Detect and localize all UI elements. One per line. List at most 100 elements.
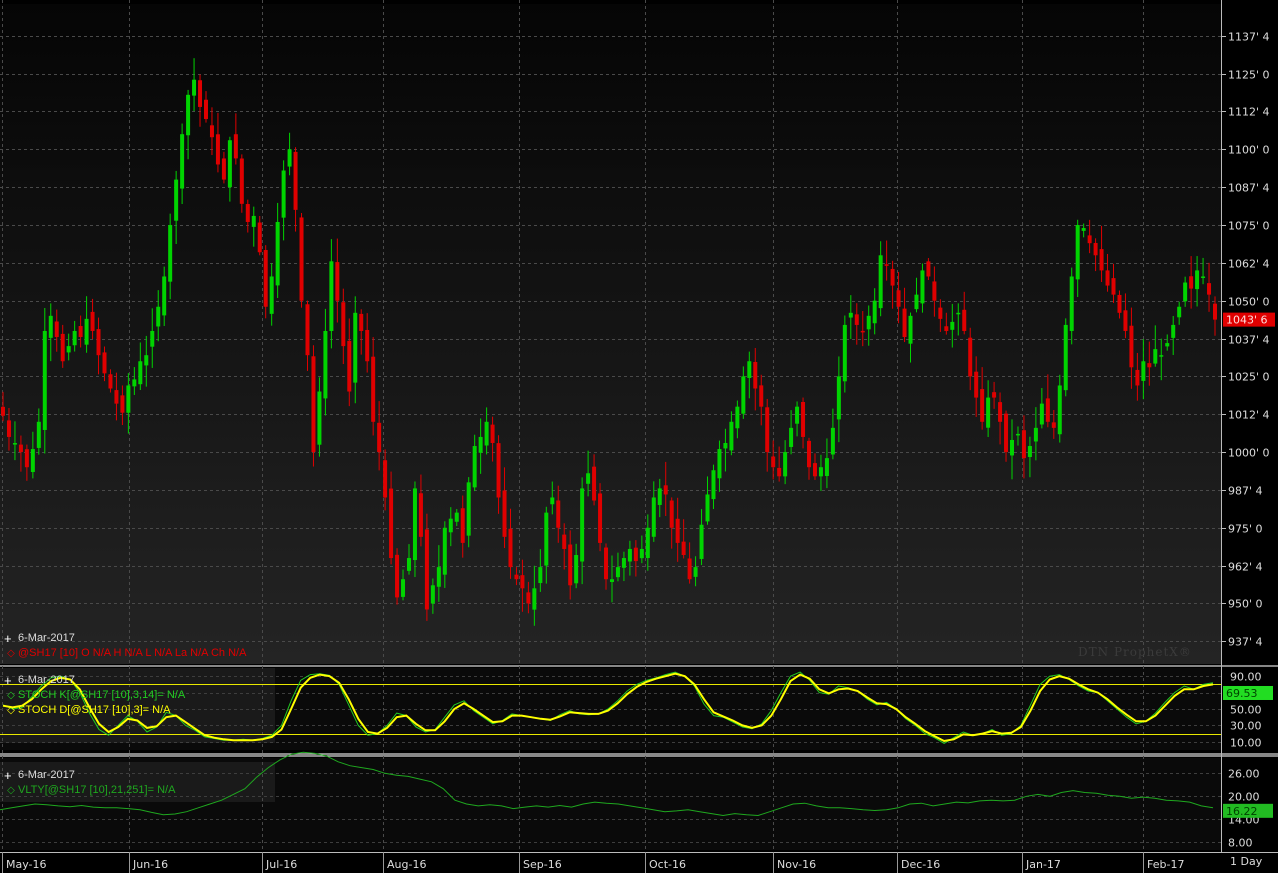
candle-body: [1147, 363, 1152, 368]
candle-body: [1057, 385, 1062, 435]
candle-body: [78, 326, 83, 338]
stoch-last-label: 69.53: [1226, 687, 1258, 700]
candle-body: [329, 261, 334, 331]
vlty-y-tick-label: 26.00: [1228, 768, 1260, 781]
candle-body: [1051, 422, 1056, 428]
candle-body: [1004, 413, 1009, 453]
candle-body: [66, 346, 71, 353]
candle-body: [1, 406, 5, 416]
candle-body: [699, 524, 704, 559]
x-tick-label: Nov-16: [777, 858, 816, 871]
candle-body: [604, 547, 609, 580]
vlty-label[interactable]: VLTY[@SH17 [10],21,251]= N/A: [18, 783, 175, 798]
candle-body: [890, 268, 895, 286]
diamond-icon: ◇: [7, 690, 15, 701]
candle-body: [508, 528, 513, 568]
candle-body: [1165, 343, 1170, 347]
candle-body: [1141, 361, 1146, 381]
candle-body: [872, 300, 877, 324]
candle-body: [347, 340, 352, 392]
stoch-d-label[interactable]: STOCH D[@SH17 [10],3]= N/A: [18, 703, 171, 718]
stoch-k-label[interactable]: STOCH K[@SH17 [10],3,14]= N/A: [18, 688, 185, 703]
candle-body: [496, 443, 501, 498]
candle-body: [1177, 306, 1182, 318]
last-price-label: 1043' 6: [1226, 314, 1268, 327]
candle-body: [460, 508, 465, 543]
candle-body: [1171, 324, 1176, 338]
candle-body: [789, 427, 794, 447]
candle-body: [1087, 235, 1092, 244]
candle-body: [353, 312, 358, 383]
candle-body: [198, 80, 203, 107]
candle-body: [18, 444, 23, 453]
candle-body: [365, 329, 370, 362]
candle-body: [120, 395, 125, 413]
candle-body: [818, 467, 823, 477]
candle-body: [430, 585, 435, 604]
candle-body: [1153, 349, 1158, 364]
candle-body: [574, 555, 579, 584]
vlty-legend-date: 6-Mar-2017: [18, 769, 75, 781]
y-tick-label: 1100' 0: [1228, 144, 1270, 157]
candle-body: [138, 361, 143, 385]
y-tick-label: 1087' 4: [1228, 182, 1270, 195]
candle-body: [90, 311, 95, 331]
stoch-y-tick-label: 50.00: [1230, 704, 1262, 717]
stoch-y-tick-label: 10.00: [1230, 737, 1262, 750]
price-panel-bg: [0, 4, 1221, 664]
candle-body: [908, 315, 913, 344]
y-tick-label: 1137' 4: [1228, 31, 1270, 44]
candle-body: [812, 463, 817, 477]
candle-body: [1069, 276, 1074, 331]
candle-body: [60, 333, 65, 362]
candle-body: [884, 264, 889, 266]
candle-body: [687, 558, 692, 580]
y-tick-label: 1000' 0: [1228, 447, 1270, 460]
candle-body: [1159, 355, 1164, 357]
candle-body: [902, 308, 907, 338]
candle-body: [454, 512, 459, 522]
candle-body: [783, 452, 788, 477]
watermark: DTN ProphetX®: [1078, 645, 1192, 659]
y-tick-label: 1125' 0: [1228, 69, 1270, 82]
candle-body: [1213, 303, 1217, 320]
candle-body: [962, 309, 967, 331]
candle-body: [436, 567, 441, 587]
y-tick-label: 975' 0: [1228, 523, 1263, 536]
candle-body: [896, 290, 901, 307]
candle-body: [263, 250, 268, 307]
candle-body: [1129, 325, 1134, 368]
candle-body: [633, 547, 638, 562]
candle-body: [609, 579, 614, 583]
vlty-legend: +6-Mar-2017 ◇ VLTY[@SH17 [10],21,251]= N/…: [4, 768, 175, 798]
candle-body: [795, 406, 800, 424]
candle-body: [1183, 282, 1188, 302]
candle-body: [723, 442, 728, 449]
candle-body: [412, 488, 417, 561]
candle-body: [472, 446, 477, 488]
candle-body: [836, 376, 841, 420]
candle-body: [502, 490, 507, 537]
candle-body: [1021, 430, 1026, 459]
x-tick-label: Jan-17: [1025, 858, 1061, 871]
price-legend-study[interactable]: @SH17 [10] O N/A H N/A L N/A La N/A Ch N…: [18, 646, 246, 661]
candle-body: [156, 306, 161, 327]
candle-body: [842, 324, 847, 382]
candle-body: [580, 488, 585, 562]
candle-body: [693, 567, 698, 577]
candle-body: [102, 352, 107, 374]
candle-body: [1063, 324, 1068, 391]
candle-body: [1117, 294, 1122, 313]
candle-body: [1135, 369, 1140, 386]
candle-body: [753, 361, 758, 389]
candle-body: [950, 321, 955, 330]
candle-body: [711, 470, 716, 500]
y-tick-label: 1075' 0: [1228, 220, 1270, 233]
candle-body: [257, 222, 262, 253]
candle-body: [866, 315, 871, 330]
candle-body: [777, 467, 782, 477]
period-label[interactable]: 1 Day: [1230, 855, 1262, 868]
candle-body: [968, 337, 973, 377]
candle-body: [6, 420, 11, 437]
candle-body: [251, 215, 256, 227]
